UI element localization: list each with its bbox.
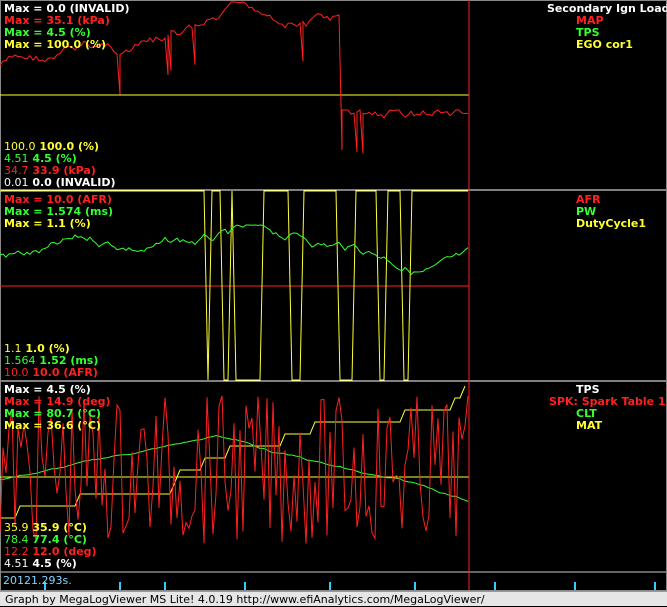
footer-credit: Graph by MegaLogViewer MS Lite! 4.0.19 h… xyxy=(0,591,667,606)
panel-2-min-2: 10.0 10.0 (AFR) xyxy=(4,366,98,379)
panel-3-max-3: Max = 36.6 (°C) xyxy=(4,419,101,432)
panel-3-min-3: 4.51 4.5 (%) xyxy=(4,557,77,570)
panel-2-max-2: Max = 1.1 (%) xyxy=(4,217,91,230)
panel-3-legend-1: SPK: Spark Table 1 xyxy=(549,395,666,408)
panel-1-legend-2: EGO cor1 xyxy=(576,38,633,51)
panel-2-legend-2: DutyCycle1 xyxy=(576,217,647,230)
panel-1-max-3: Max = 100.0 (%) xyxy=(4,38,107,51)
time-readout: 20121.293s. xyxy=(3,574,72,587)
panel-1-title: Secondary Ign Load xyxy=(547,2,667,15)
panel-3-legend-3: MAT xyxy=(576,419,603,432)
panel-1-min-3: 0.01 0.0 (INVALID) xyxy=(4,176,116,189)
graph-canvas[interactable] xyxy=(0,0,667,606)
